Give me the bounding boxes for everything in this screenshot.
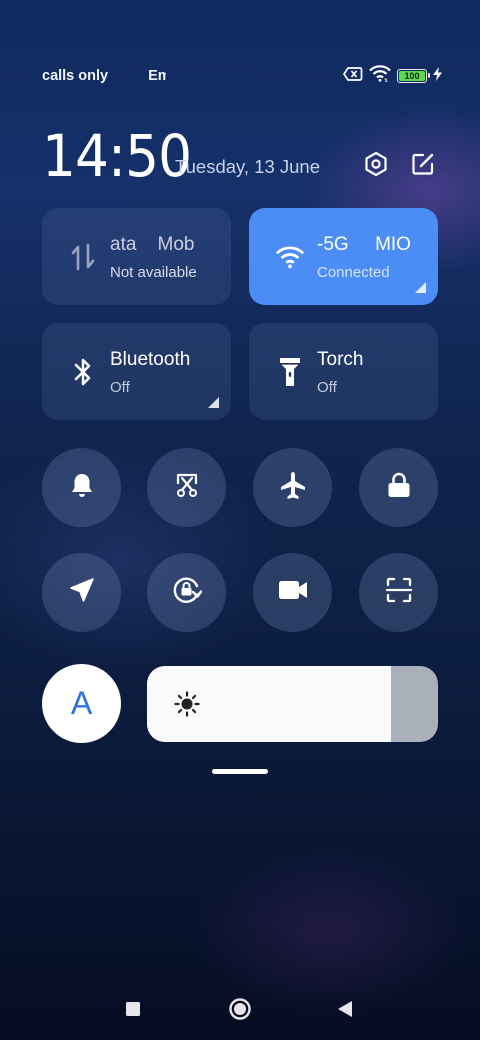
tile-bluetooth[interactable]: Bluetooth Off bbox=[42, 323, 231, 420]
tile-mobile-data-subtitle: Not available bbox=[110, 264, 197, 281]
toggle-rotation-lock[interactable] bbox=[147, 553, 226, 632]
brightness-slider[interactable] bbox=[147, 666, 438, 742]
home-icon bbox=[228, 997, 252, 1026]
back-icon bbox=[337, 1000, 353, 1023]
carrier-text: calls only Em bbox=[42, 68, 166, 84]
toggle-lock[interactable] bbox=[359, 448, 438, 527]
recents-icon bbox=[125, 1001, 141, 1022]
tile-wifi-title: -5G MIO bbox=[317, 234, 411, 255]
bell-icon bbox=[68, 471, 96, 504]
toggle-mute[interactable] bbox=[42, 448, 121, 527]
tile-mobile-data[interactable]: ata Mob Not available bbox=[42, 208, 231, 305]
tile-torch-title: Torch bbox=[317, 349, 364, 370]
date[interactable]: Tuesday, 13 June bbox=[175, 156, 320, 178]
lock-icon bbox=[386, 471, 412, 504]
back-button[interactable] bbox=[330, 996, 360, 1026]
rotation-lock-icon bbox=[172, 575, 202, 610]
carrier-status-text-2: Em bbox=[148, 68, 166, 84]
tile-wifi[interactable]: -5G MIO Connected bbox=[249, 208, 438, 305]
toggle-screen-record[interactable] bbox=[253, 553, 332, 632]
screenshot-icon bbox=[173, 471, 201, 504]
status-icons: ⇅ 100 bbox=[342, 65, 442, 87]
tile-mobile-data-title: ata Mob bbox=[110, 234, 195, 255]
tile-bluetooth-subtitle: Off bbox=[110, 379, 130, 396]
mobile-data-icon bbox=[68, 242, 98, 272]
battery-level: 100 bbox=[404, 71, 420, 81]
airplane-icon bbox=[278, 470, 308, 505]
scan-icon bbox=[385, 576, 413, 609]
settings-icon[interactable] bbox=[362, 150, 390, 178]
toggle-screenshot[interactable] bbox=[147, 448, 226, 527]
home-button[interactable] bbox=[225, 996, 255, 1026]
toggle-location[interactable] bbox=[42, 553, 121, 632]
svg-text:⇅: ⇅ bbox=[384, 78, 388, 82]
charging-icon bbox=[433, 66, 442, 86]
tile-torch-subtitle: Off bbox=[317, 379, 337, 396]
bluetooth-icon bbox=[68, 357, 98, 387]
expand-corner-icon[interactable] bbox=[208, 397, 219, 408]
edit-icon[interactable] bbox=[409, 150, 437, 178]
auto-brightness-button[interactable]: A bbox=[42, 664, 121, 743]
tile-wifi-subtitle: Connected bbox=[317, 264, 390, 281]
sun-icon bbox=[173, 690, 201, 718]
wifi-icon: ⇅ bbox=[369, 65, 391, 87]
toggle-scanner[interactable] bbox=[359, 553, 438, 632]
clock[interactable]: 14:50 bbox=[42, 122, 192, 190]
sim-off-icon bbox=[342, 66, 363, 87]
carrier-status-text: calls only bbox=[42, 68, 109, 84]
tile-torch[interactable]: Torch Off bbox=[249, 323, 438, 420]
wifi-icon bbox=[275, 242, 305, 272]
battery-icon: 100 bbox=[397, 69, 430, 83]
torch-icon bbox=[275, 357, 305, 387]
status-bar: calls only Em ⇅ 100 bbox=[0, 62, 480, 90]
tile-bluetooth-title: Bluetooth bbox=[110, 349, 191, 370]
recents-button[interactable] bbox=[118, 996, 148, 1026]
toggle-airplane[interactable] bbox=[253, 448, 332, 527]
location-icon bbox=[69, 577, 95, 608]
expand-corner-icon[interactable] bbox=[415, 282, 426, 293]
video-icon bbox=[278, 579, 308, 606]
drag-handle[interactable] bbox=[212, 769, 268, 774]
